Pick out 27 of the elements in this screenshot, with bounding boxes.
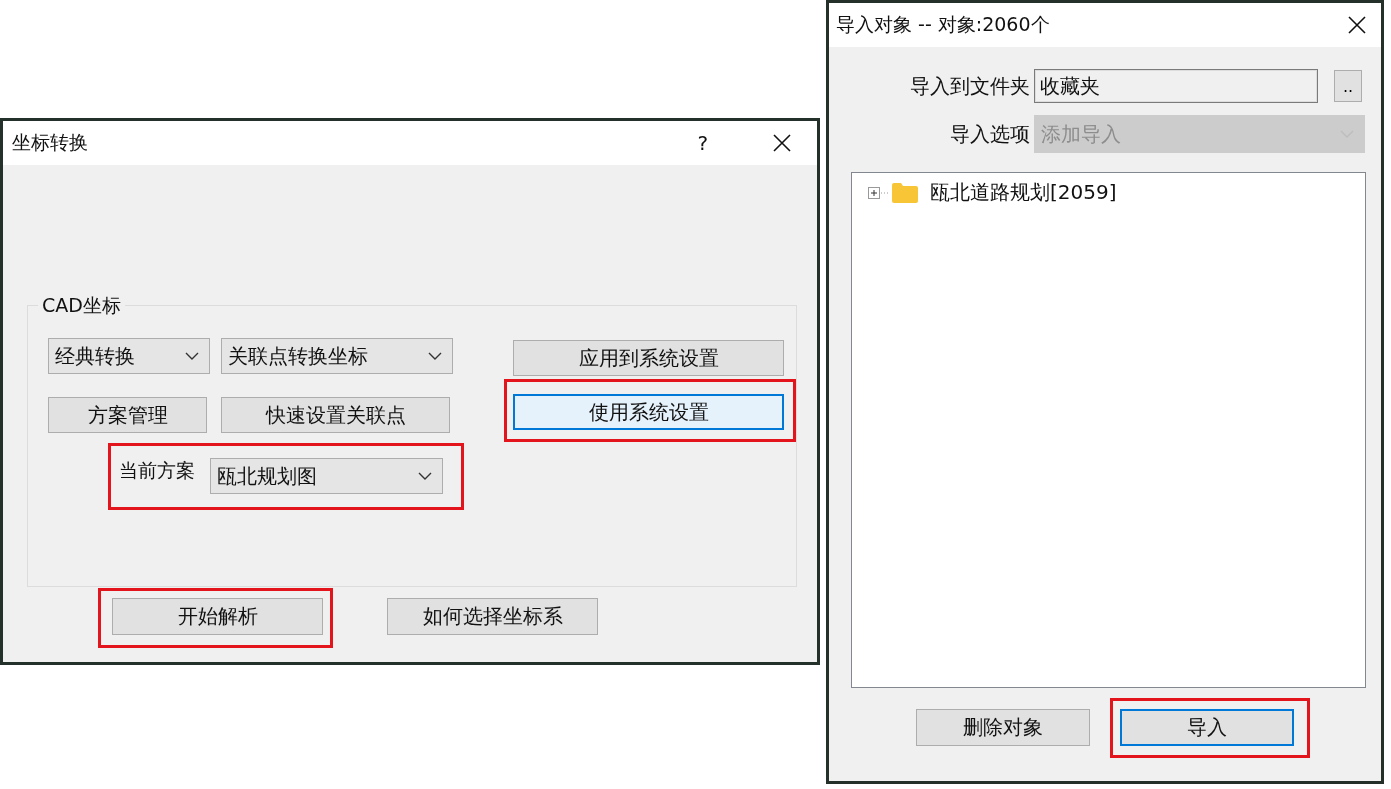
help-button[interactable]: ? [697,131,708,155]
dialog-button[interactable]: 方案管理 [48,397,207,433]
window-title: 导入对象 -- 对象:2060个 [835,12,1051,37]
expand-icon[interactable] [868,185,890,200]
dropdown[interactable]: 瓯北规划图 [210,458,443,494]
folder-field[interactable]: 收藏夹 [1034,69,1318,103]
close-icon[interactable] [1347,15,1367,35]
browse-button[interactable]: .. [1334,70,1362,102]
tree-item[interactable]: 瓯北道路规划[2059] [930,179,1117,206]
window-title: 坐标转换 [11,130,89,155]
field-label: 导入选项 [949,120,1030,148]
chevron-down-icon [185,352,199,360]
dialog-button[interactable]: 应用到系统设置 [513,340,784,376]
folder-icon [892,182,918,203]
dialog-button[interactable]: 使用系统设置 [513,394,784,430]
dropdown[interactable]: 关联点转换坐标 [221,338,453,374]
dialog-button[interactable]: 如何选择坐标系 [387,598,598,635]
chevron-down-icon [428,352,442,360]
close-icon[interactable] [772,133,792,153]
field-label: 导入到文件夹 [909,72,1030,100]
dialog-button[interactable]: 删除对象 [916,709,1090,746]
dialog-button[interactable]: 开始解析 [112,598,323,635]
field-label: 当前方案 [119,458,195,482]
dropdown[interactable]: 经典转换 [48,338,210,374]
chevron-down-icon [418,472,432,480]
dialog-button[interactable]: 导入 [1120,709,1294,746]
dialog-button[interactable]: 快速设置关联点 [221,397,450,433]
